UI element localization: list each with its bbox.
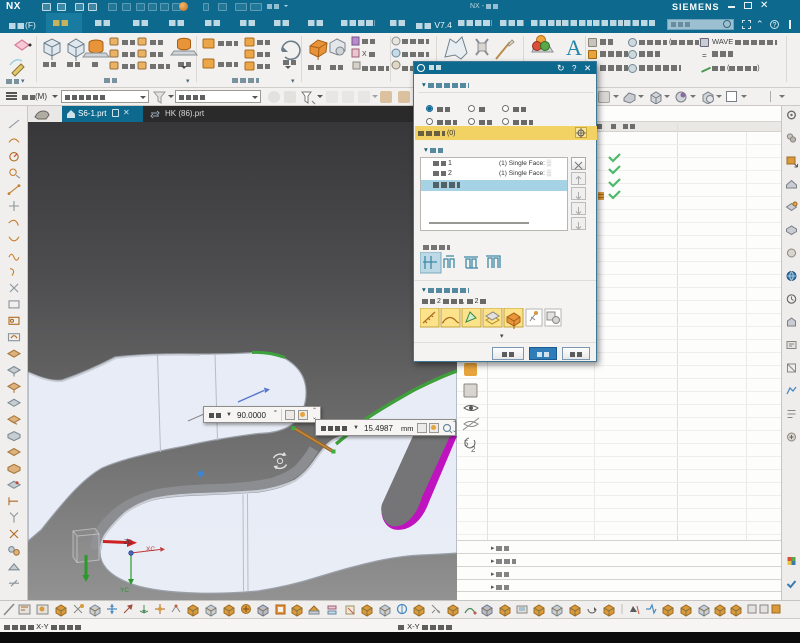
svg-text:YC: YC: [120, 587, 129, 594]
svg-text:A: A: [566, 35, 582, 60]
svg-text:XC: XC: [146, 546, 155, 553]
svg-text:ZC: ZC: [124, 540, 133, 546]
